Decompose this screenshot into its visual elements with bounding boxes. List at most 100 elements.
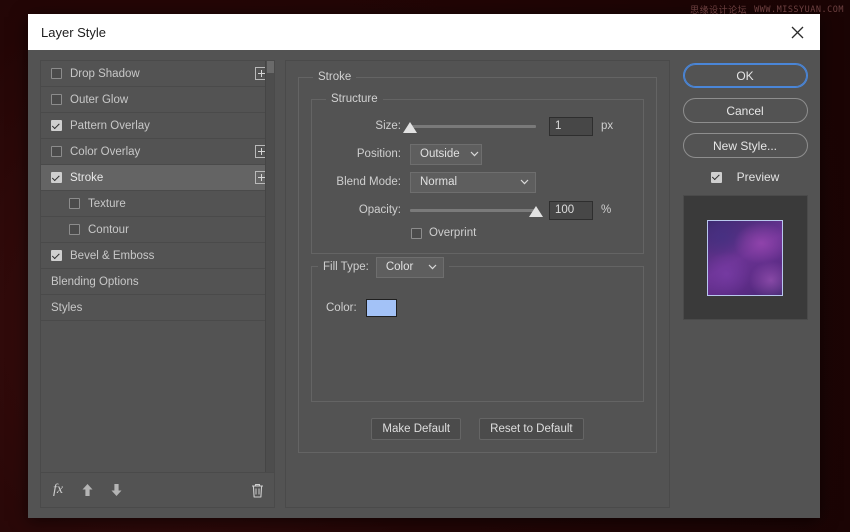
effect-checkbox[interactable] [51,172,62,183]
opacity-slider-knob[interactable] [529,206,543,217]
sidebar-item-label: Pattern Overlay [70,119,150,132]
effect-checkbox[interactable] [51,146,62,157]
effect-checkbox[interactable] [51,94,62,105]
sidebar-item-label: Color Overlay [70,145,141,158]
effect-checkbox[interactable] [69,198,80,209]
sidebar-item-bevel-emboss[interactable]: Bevel & Emboss [41,243,274,269]
dialog-title: Layer Style [41,24,107,40]
chevron-down-icon [460,151,479,157]
preview-label: Preview [736,170,780,184]
size-slider-track [410,124,536,128]
sidebar-item-blending-options[interactable]: Blending Options [41,269,274,295]
scrollbar-thumb[interactable] [267,61,274,73]
close-button[interactable] [774,14,820,50]
blend-mode-value: Normal [420,176,458,188]
default-buttons-row: Make Default Reset to Default [311,418,644,440]
fill-type-legend: Fill Type: Color [318,256,449,278]
opacity-unit: % [601,204,612,216]
fill-type-label: Fill Type: [323,261,369,273]
sidebar-item-drop-shadow[interactable]: Drop Shadow [41,61,274,87]
close-icon [791,26,803,38]
size-slider-knob[interactable] [403,122,417,133]
sidebar-item-label: Texture [88,197,126,210]
ok-button[interactable]: OK [682,63,808,88]
effects-sidebar: Drop Shadow Outer Glow Pattern Overlay Colo… [40,60,275,508]
sidebar-item-outer-glow[interactable]: Outer Glow [41,87,274,113]
effect-checkbox[interactable] [51,68,62,79]
preview-thumbnail [682,195,808,320]
effect-settings-panel: Stroke Structure Size: 1 px Position: Ou… [285,60,670,508]
position-row: Position: Outside [324,143,631,165]
effects-list[interactable]: Drop Shadow Outer Glow Pattern Overlay Colo… [41,61,274,473]
stroke-group: Stroke Structure Size: 1 px Position: Ou… [298,71,657,453]
effect-checkbox[interactable] [51,250,62,261]
cancel-button[interactable]: Cancel [682,98,808,123]
sidebar-item-label: Contour [88,223,129,236]
size-slider[interactable] [403,119,536,133]
effect-checkbox[interactable] [69,224,80,235]
blend-mode-dropdown[interactable]: Normal [410,171,536,193]
arrow-down-glyph [111,484,121,496]
position-value: Outside [420,148,460,160]
effects-list-scrollbar[interactable] [265,61,274,472]
sidebar-item-stroke[interactable]: Stroke [41,165,274,191]
opacity-row: Opacity: 100 % [324,199,631,221]
size-row: Size: 1 px [324,115,631,137]
overprint-row[interactable]: Overprint [410,227,631,239]
effect-checkbox[interactable] [51,120,62,131]
effects-toolbar: fx [41,473,274,507]
dialog-titlebar: Layer Style [28,14,820,50]
color-row: Color: [324,299,631,317]
sidebar-item-label: Outer Glow [70,93,129,106]
overprint-checkbox[interactable] [411,227,422,239]
blend-mode-row: Blend Mode: Normal [324,171,631,193]
fill-type-group: Fill Type: Color Color: [311,256,644,402]
preview-toggle[interactable]: Preview [710,170,780,184]
opacity-slider-track [410,208,536,212]
new-style-button[interactable]: New Style... [682,133,808,158]
watermark-text: 思缘设计论坛 [690,6,748,16]
arrow-up-icon[interactable] [79,482,95,498]
sidebar-item-styles[interactable]: Styles [41,295,274,321]
preview-checkbox[interactable] [710,171,722,183]
opacity-slider[interactable] [410,203,543,217]
color-label: Color: [326,302,357,314]
arrow-up-glyph [82,484,92,496]
size-input[interactable]: 1 [549,116,593,136]
make-default-button[interactable]: Make Default [371,418,462,440]
preview-swatch-image [707,219,783,296]
sidebar-item-label: Drop Shadow [70,67,140,80]
structure-legend: Structure [331,93,378,105]
watermark: 思缘设计论坛 WWW.MISSYUAN.COM [690,3,844,17]
sidebar-item-contour[interactable]: Contour [41,217,274,243]
fill-type-section: Fill Type: Color Color: [311,256,644,402]
sidebar-item-label: Styles [51,301,83,314]
sidebar-item-label: Blending Options [51,275,139,288]
size-label: Size: [375,120,401,132]
fill-type-dropdown[interactable]: Color [375,256,444,278]
sidebar-item-label: Stroke [70,171,104,184]
reset-to-default-button[interactable]: Reset to Default [479,418,584,440]
trash-glyph [251,483,263,498]
blend-mode-label: Blend Mode: [336,176,401,188]
trash-icon[interactable] [249,482,265,498]
sidebar-item-color-overlay[interactable]: Color Overlay [41,139,274,165]
color-swatch[interactable] [365,299,397,317]
opacity-input[interactable]: 100 [549,200,593,220]
sidebar-item-pattern-overlay[interactable]: Pattern Overlay [41,113,274,139]
structure-group: Structure Size: 1 px Position: Outside B… [311,93,644,254]
sidebar-item-texture[interactable]: Texture [41,191,274,217]
position-dropdown[interactable]: Outside [410,143,482,165]
fill-type-value: Color [385,261,414,273]
dialog-body: Drop Shadow Outer Glow Pattern Overlay Colo… [28,50,820,518]
watermark-url: WWW.MISSYUAN.COM [754,4,844,15]
chevron-down-icon [510,179,529,185]
stroke-group-title: Stroke [318,71,352,83]
chevron-down-icon [418,264,437,270]
size-unit: px [601,120,614,132]
arrow-down-icon[interactable] [108,482,124,498]
fx-icon[interactable]: fx [50,482,66,498]
position-label: Position: [356,148,401,160]
sidebar-item-label: Bevel & Emboss [70,249,155,262]
dialog-actions: OK Cancel New Style... Preview [680,60,810,508]
